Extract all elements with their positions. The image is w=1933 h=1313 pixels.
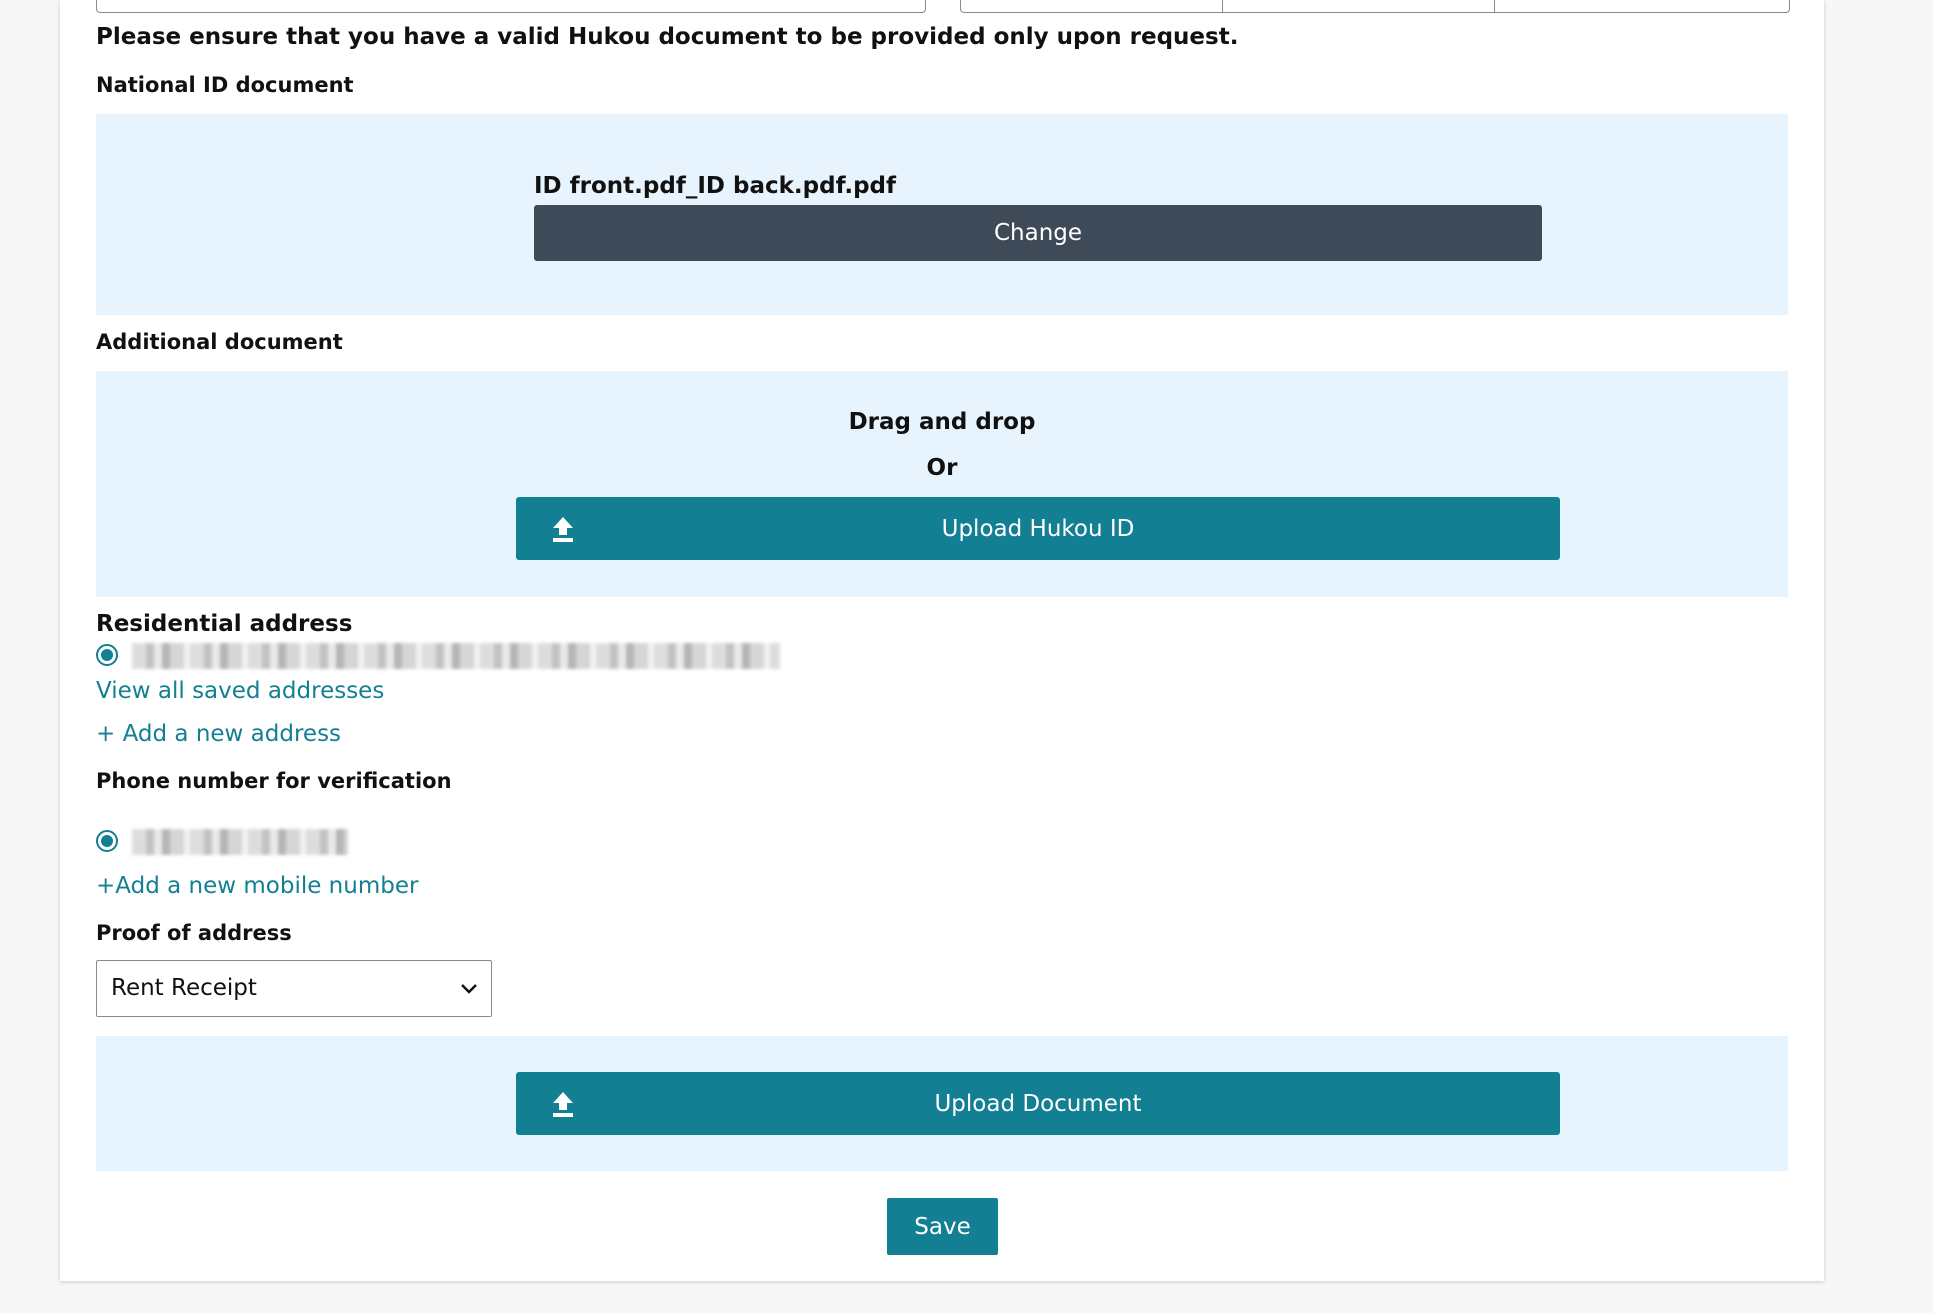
- upload-document-label: Upload Document: [934, 1090, 1142, 1117]
- or-text: Or: [926, 455, 958, 481]
- proof-of-address-label: Proof of address: [96, 921, 292, 945]
- view-all-addresses-link[interactable]: View all saved addresses: [96, 678, 384, 704]
- phone-radio[interactable]: [96, 830, 118, 852]
- upload-hukou-button[interactable]: Upload Hukou ID: [516, 497, 1560, 560]
- upload-document-button[interactable]: Upload Document: [516, 1072, 1560, 1135]
- national-id-dropzone[interactable]: ID front.pdf_ID back.pdf.pdf Change: [96, 114, 1788, 315]
- residential-address-label: Residential address: [96, 611, 353, 637]
- save-button[interactable]: Save: [887, 1198, 998, 1255]
- redacted-address: [132, 643, 780, 669]
- form-card: Please ensure that you have a valid Huko…: [60, 0, 1824, 1281]
- date-segment-input[interactable]: [1494, 0, 1790, 13]
- chevron-down-icon: [461, 984, 477, 994]
- uploaded-file-name: ID front.pdf_ID back.pdf.pdf: [534, 173, 897, 199]
- proof-of-address-select[interactable]: Rent Receipt: [96, 960, 492, 1017]
- national-id-label: National ID document: [96, 73, 354, 97]
- add-new-address-link[interactable]: + Add a new address: [96, 721, 341, 747]
- selected-proof-type: Rent Receipt: [111, 975, 257, 1001]
- address-radio[interactable]: [96, 644, 118, 666]
- add-mobile-number-link[interactable]: +Add a new mobile number: [96, 873, 418, 899]
- date-segment-input[interactable]: [960, 0, 1224, 13]
- drag-and-drop-text: Drag and drop: [848, 409, 1036, 435]
- redacted-phone-number: [132, 829, 348, 855]
- phone-verification-label: Phone number for verification: [96, 769, 452, 793]
- date-segment-input[interactable]: [1222, 0, 1496, 13]
- upload-hukou-label: Upload Hukou ID: [941, 515, 1135, 542]
- additional-document-dropzone[interactable]: Drag and drop Or Upload Hukou ID: [96, 371, 1788, 597]
- text-input-truncated[interactable]: [96, 0, 926, 13]
- hukou-notice: Please ensure that you have a valid Huko…: [96, 24, 1239, 50]
- proof-of-address-dropzone[interactable]: Upload Document: [96, 1036, 1788, 1171]
- additional-document-label: Additional document: [96, 330, 343, 354]
- change-file-button[interactable]: Change: [534, 205, 1542, 261]
